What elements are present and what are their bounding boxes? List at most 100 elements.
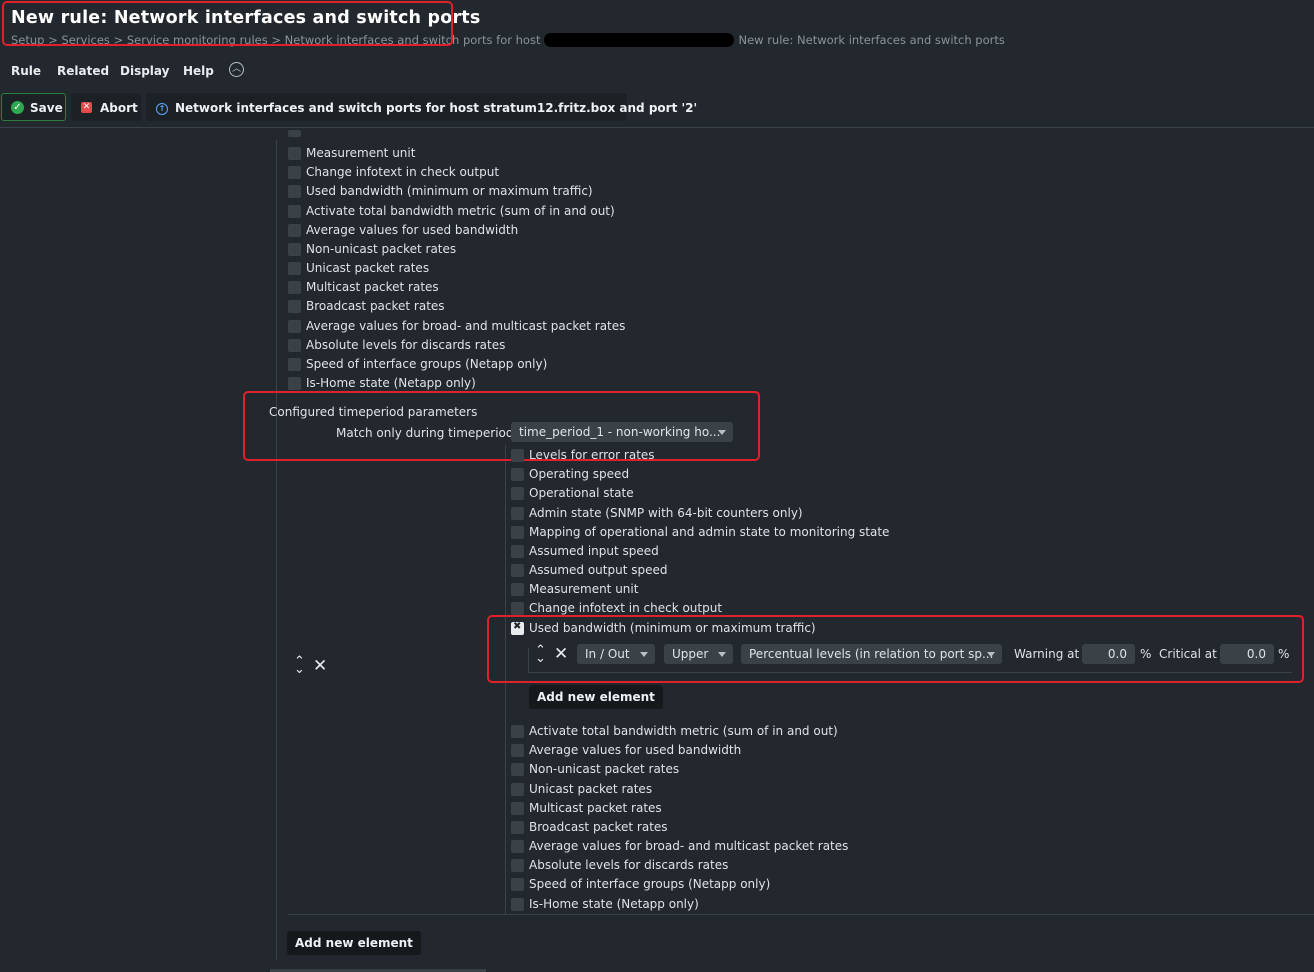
option-label: Absolute levels for discards rates [529, 858, 729, 873]
option-label: Absolute levels for discards rates [306, 337, 506, 352]
redacted-hostname [544, 33, 735, 47]
menu-related[interactable]: Related [57, 64, 109, 78]
arrow-up-icon: ↑ [156, 103, 168, 115]
bandwidth-tree-line [528, 648, 529, 673]
option-label: Activate total bandwidth metric (sum of … [306, 203, 615, 218]
chevron-down-icon [987, 652, 995, 657]
chevron-up-icon[interactable]: ︿ [229, 62, 244, 77]
levels-type-select[interactable]: Percentual levels (in relation to port s… [741, 644, 1002, 664]
timeperiod-section-label: Configured timeperiod parameters [269, 405, 478, 419]
option-label: Speed of interface groups (Netapp only) [529, 877, 771, 892]
option-label: Average values for broad- and multicast … [306, 318, 626, 333]
context-button[interactable]: ↑ Network interfaces and switch ports for… [146, 93, 697, 121]
option-label: Unicast packet rates [306, 261, 430, 276]
critical-input[interactable]: 0.0 [1220, 644, 1274, 664]
menu-help[interactable]: Help [183, 64, 214, 78]
option-checkbox[interactable] [288, 338, 301, 352]
option-checkbox[interactable] [288, 242, 301, 256]
menu-rule[interactable]: Rule [11, 64, 41, 78]
menu-bar: Rule Related Display Help ︿ [0, 58, 1314, 86]
option-checkbox[interactable] [511, 487, 524, 501]
option-label: Average values for used bandwidth [306, 222, 519, 237]
option-checkbox[interactable] [511, 725, 524, 738]
add-bandwidth-element-button[interactable]: Add new element [529, 685, 663, 709]
warning-label: Warning at [1014, 647, 1080, 661]
bandwidth-divider [528, 672, 1292, 673]
option-checkbox[interactable] [511, 744, 524, 758]
abort-button[interactable]: ✕ Abort [71, 93, 141, 121]
option-checkbox[interactable] [288, 262, 301, 276]
option-label: Assumed input speed [529, 543, 659, 558]
breadcrumb-path[interactable]: Setup > Services > Service monitoring ru… [11, 33, 540, 47]
tree-line [276, 140, 277, 960]
option-checkbox[interactable] [288, 147, 301, 160]
option-checkbox[interactable] [511, 468, 524, 482]
option-label: Change infotext in check output [306, 165, 500, 180]
close-icon: ✕ [81, 102, 92, 113]
checkbox-clipped[interactable] [288, 130, 301, 137]
option-checkbox[interactable] [511, 897, 524, 911]
option-checkbox[interactable] [288, 204, 301, 218]
option-checkbox[interactable] [511, 583, 524, 597]
warning-unit: % [1140, 647, 1152, 661]
option-checkbox[interactable] [288, 377, 301, 391]
option-checkbox[interactable] [288, 281, 301, 295]
option-checkbox[interactable] [288, 185, 301, 199]
option-checkbox[interactable] [511, 449, 524, 462]
option-label: Admin state (SNMP with 64-bit counters o… [529, 505, 803, 520]
option-label: Mapping of operational and admin state t… [529, 524, 890, 539]
option-label: Operating speed [529, 467, 630, 482]
outer-divider [288, 914, 1314, 915]
option-label: Is-Home state (Netapp only) [306, 376, 476, 391]
breadcrumb-current: New rule: Network interfaces and switch … [738, 33, 1005, 47]
option-checkbox[interactable] [288, 357, 301, 371]
reorder-icon[interactable]: ⌃ ⌄ [535, 644, 546, 665]
option-checkbox[interactable] [511, 525, 524, 539]
option-checkbox[interactable] [511, 878, 524, 892]
option-label: Multicast packet rates [529, 800, 662, 815]
option-checkbox[interactable] [511, 859, 524, 873]
option-checkbox[interactable] [288, 300, 301, 314]
warning-input[interactable]: 0.0 [1082, 644, 1135, 664]
save-button[interactable]: ✓ Save [1, 93, 66, 121]
option-checkbox[interactable] [511, 763, 524, 777]
chevron-down-icon [640, 652, 648, 657]
timeperiod-select[interactable]: time_period_1 - non-working ho... [511, 422, 733, 442]
page-title: New rule: Network interfaces and switch … [11, 8, 481, 28]
option-checkbox[interactable] [288, 166, 301, 180]
toolbar: ✓ Save ✕ Abort ↑ Network interfaces and swi… [0, 90, 1314, 126]
direction-select[interactable]: In / Out [577, 644, 655, 664]
menu-display[interactable]: Display [120, 64, 169, 78]
option-checkbox[interactable] [511, 782, 524, 796]
chevron-down-icon [718, 430, 726, 435]
option-checkbox[interactable] [511, 544, 524, 558]
option-label: Non-unicast packet rates [529, 762, 680, 777]
check-icon: ✓ [11, 101, 24, 114]
option-label: Levels for error rates [529, 448, 655, 462]
reorder-icon[interactable]: ⌃ ⌄ [294, 655, 305, 676]
option-label: Assumed output speed [529, 563, 668, 578]
option-checkbox[interactable] [511, 820, 524, 834]
inner-tree-line [505, 445, 506, 915]
option-checkbox[interactable] [511, 506, 524, 520]
bandwidth-checkbox[interactable] [511, 621, 524, 635]
option-label: Activate total bandwidth metric (sum of … [529, 724, 838, 738]
option-label: Is-Home state (Netapp only) [529, 896, 699, 911]
option-checkbox[interactable] [511, 602, 524, 616]
option-label: Average values for broad- and multicast … [529, 839, 849, 854]
add-outer-element-button[interactable]: Add new element [287, 931, 421, 955]
critical-label: Critical at [1159, 647, 1217, 661]
bound-select[interactable]: Upper [664, 644, 733, 664]
option-label: Non-unicast packet rates [306, 241, 457, 256]
option-label: Unicast packet rates [529, 781, 653, 796]
timeperiod-match-label: Match only during timeperiod [336, 426, 514, 440]
option-checkbox[interactable] [511, 840, 524, 854]
option-checkbox[interactable] [511, 564, 524, 578]
delete-icon[interactable]: ✕ [554, 646, 568, 663]
option-checkbox[interactable] [511, 801, 524, 815]
option-checkbox[interactable] [288, 319, 301, 333]
option-checkbox[interactable] [288, 223, 301, 237]
option-label: Broadcast packet rates [529, 819, 668, 834]
breadcrumb: Setup > Services > Service monitoring ru… [11, 33, 1005, 47]
delete-icon[interactable]: ✕ [313, 658, 327, 675]
